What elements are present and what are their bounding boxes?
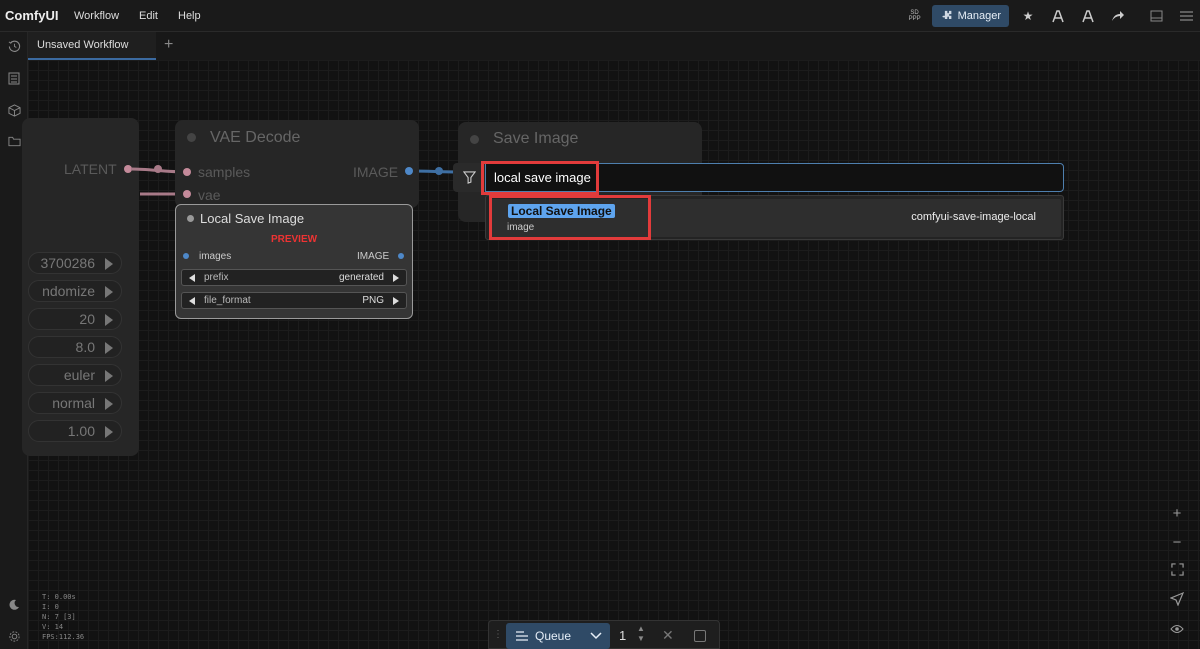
stop-square-icon[interactable] — [694, 630, 706, 642]
select-pointer-icon[interactable] — [1168, 591, 1186, 610]
stat-fps: FPS:112.36 — [42, 633, 85, 641]
result-node-package: comfyui-save-image-local — [911, 211, 1036, 223]
chevron-up-icon[interactable]: ▲ — [637, 624, 645, 634]
stat-nodes: N: 7 [3] — [42, 613, 76, 621]
toggle-links-eye-icon[interactable] — [1168, 621, 1186, 639]
prefix-decrement-icon[interactable] — [189, 274, 195, 282]
prefix-increment-icon[interactable] — [393, 274, 399, 282]
queue-button[interactable]: Queue — [506, 623, 610, 649]
preview-label: PREVIEW — [270, 234, 318, 245]
file-format-value: PNG — [362, 295, 384, 306]
local-save-image-title: Local Save Image — [200, 211, 305, 226]
file-format-decrement-icon[interactable] — [189, 297, 195, 305]
fit-view-icon[interactable] — [1168, 563, 1186, 581]
vae-decode-collapse-dot[interactable] — [187, 133, 196, 142]
links-layer — [130, 165, 461, 196]
chevron-down-small-icon[interactable]: ▼ — [637, 634, 645, 644]
stat-v: V: 14 — [42, 623, 64, 631]
batch-stepper[interactable]: ▲ ▼ — [637, 624, 645, 644]
cancel-x-icon[interactable]: ✕ — [662, 627, 674, 644]
queue-label: Queue — [535, 629, 572, 643]
zoom-in-icon[interactable]: + — [1168, 505, 1186, 523]
prefix-widget[interactable]: prefix generated — [181, 269, 407, 286]
lsi-image-output-label: IMAGE — [357, 251, 390, 262]
prefix-label: prefix — [204, 272, 229, 283]
samples-input-label: samples — [198, 164, 251, 180]
vae-input-label: vae — [198, 187, 221, 203]
lsi-image-output-dot[interactable] — [398, 253, 404, 259]
render-stats: T: 0.00s I: 0 N: 7 [3] V: 14 FPS:112.36 — [42, 592, 84, 642]
latent-link-midpoint — [154, 165, 162, 173]
queue-bar: ⋮⋮ Queue 1 ▲ ▼ ✕ — [488, 620, 720, 649]
file-format-increment-icon[interactable] — [393, 297, 399, 305]
local-save-image-collapse-dot[interactable] — [187, 215, 194, 222]
stat-time: T: 0.00s — [42, 593, 76, 601]
local-save-image-node[interactable]: Local Save Image PREVIEW images IMAGE pr… — [175, 204, 413, 319]
file-format-widget[interactable]: file_format PNG — [181, 292, 407, 309]
save-image-collapse-dot[interactable] — [470, 135, 479, 144]
file-format-label: file_format — [204, 295, 251, 306]
vae-input-dot[interactable] — [183, 190, 191, 198]
chevron-down-icon[interactable] — [590, 632, 602, 640]
image-output-dot[interactable] — [405, 167, 413, 175]
batch-count-value[interactable]: 1 — [619, 628, 626, 643]
vae-decode-title: VAE Decode — [210, 129, 301, 146]
prefix-value: generated — [338, 272, 384, 283]
queue-list-small-icon — [516, 631, 528, 641]
images-input-label: images — [199, 251, 232, 262]
zoom-out-icon[interactable]: − — [1168, 534, 1186, 552]
annotation-highlight-search — [481, 161, 599, 195]
images-input-dot[interactable] — [183, 253, 189, 259]
stat-i: I: 0 — [42, 603, 59, 611]
image-output-label: IMAGE — [353, 164, 399, 180]
filter-icon — [462, 171, 476, 184]
samples-input-dot[interactable] — [183, 168, 191, 176]
vae-decode-node[interactable]: VAE Decode samples vae IMAGE — [175, 120, 419, 208]
image-link-midpoint — [435, 167, 443, 175]
save-image-title: Save Image — [493, 130, 579, 147]
annotation-highlight-result — [489, 195, 651, 240]
